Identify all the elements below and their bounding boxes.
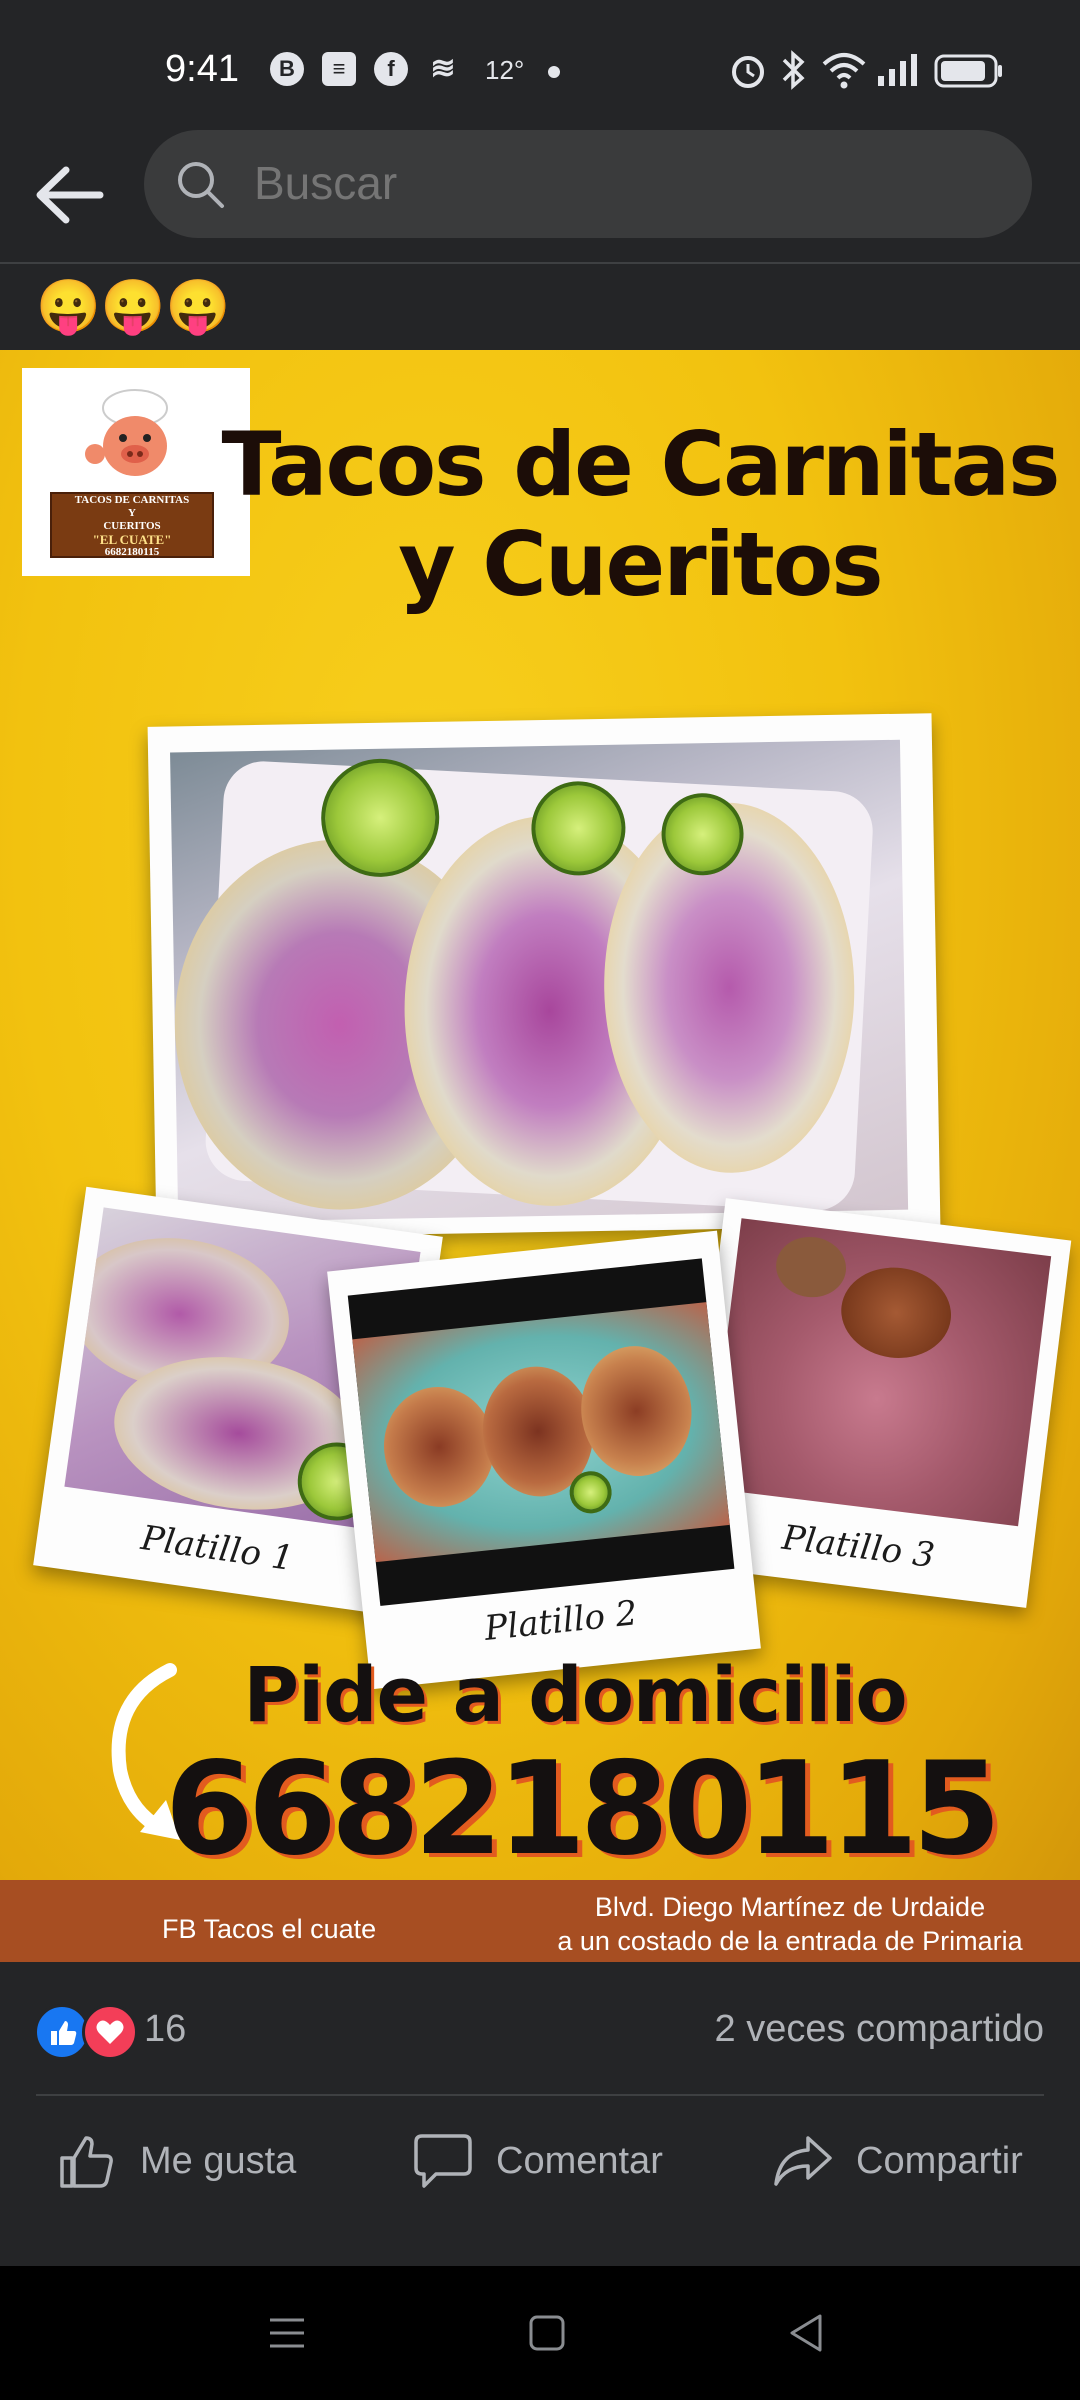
logo-board: TACOS DE CARNITAS Y CUERITOS "EL CUATE" …: [50, 492, 214, 558]
comment-button[interactable]: Comentar: [412, 2096, 663, 2226]
platillo-2-photo: [347, 1258, 735, 1606]
tacos-photo: [170, 739, 909, 1223]
logo-phone: 6682180115: [104, 546, 160, 558]
signal-icon: [878, 54, 917, 86]
thumbs-up-icon: [60, 2136, 113, 2188]
back-triangle-icon[interactable]: [780, 2306, 834, 2360]
post-action-bar: Me gusta Comentar Compartir: [0, 2096, 1080, 2226]
logo-line: "EL CUATE": [92, 532, 172, 547]
share-button[interactable]: Compartir: [772, 2096, 1023, 2226]
status-temperature: 12°: [485, 55, 525, 85]
system-navigation-bar: [0, 2266, 1080, 2400]
reactions-row: 16 2 veces compartido: [0, 1962, 1080, 2094]
address-line-1: Blvd. Diego Martínez de Urdaide: [594, 1892, 986, 1922]
facebook-icon: f: [374, 52, 408, 86]
wind-icon: ≋: [430, 52, 456, 85]
search-icon: [178, 162, 224, 208]
logo-line: Y: [128, 507, 136, 519]
platillo-2-photo-frame: Platillo 2: [327, 1230, 761, 1690]
status-bar: 9:41 B ≡ f ≋ 12°: [0, 0, 1080, 130]
footer-facebook-page: FB Tacos el cuate: [162, 1914, 377, 1944]
wifi-icon: [822, 53, 866, 89]
alarm-icon: [732, 56, 764, 88]
search-box[interactable]: [144, 130, 1032, 238]
like-label: Me gusta: [140, 2139, 297, 2182]
footer-address: Blvd. Diego Martínez de Urdaide a un cos…: [520, 1890, 1060, 1958]
shares-count[interactable]: 2 veces compartido: [715, 2008, 1045, 2051]
main-photo-frame: [147, 713, 941, 1239]
battery-icon: [934, 54, 1002, 88]
share-label: Compartir: [856, 2139, 1023, 2182]
pig-chef-logo-icon: [85, 389, 168, 476]
search-input[interactable]: [252, 152, 956, 214]
title-line-1: Tacos de Carnitas: [221, 413, 1060, 516]
title-line-2: y Cueritos: [398, 513, 883, 616]
b-circle-icon: B: [270, 52, 304, 86]
cta-phone-number: 6682180115: [164, 1735, 1002, 1884]
menu-icon[interactable]: [260, 2306, 314, 2360]
comment-label: Comentar: [496, 2139, 663, 2182]
poster-title: Tacos de Carnitas y Cueritos: [200, 415, 1080, 615]
status-time: 9:41: [165, 48, 239, 90]
share-arrow-icon: [774, 2136, 832, 2186]
like-button[interactable]: Me gusta: [56, 2096, 296, 2226]
comment-icon: [414, 2134, 472, 2188]
love-reaction-icon[interactable]: [82, 2004, 138, 2060]
poster-footer: FB Tacos el cuate Blvd. Diego Martínez d…: [0, 1880, 1080, 1962]
bluetooth-icon: [782, 50, 805, 90]
notification-dot-icon: [548, 66, 560, 78]
post-text: 😛😛😛: [36, 278, 231, 336]
header: [0, 130, 1080, 264]
logo-line: TACOS DE CARNITAS: [74, 494, 190, 506]
post-image[interactable]: TACOS DE CARNITAS Y CUERITOS "EL CUATE" …: [0, 350, 1080, 1962]
cta-text: Pide a domicilio: [243, 1650, 907, 1739]
platillo-3-photo: [708, 1218, 1052, 1527]
home-square-icon[interactable]: [520, 2306, 574, 2360]
reaction-count[interactable]: 16: [144, 2008, 186, 2051]
message-icon: ≡: [322, 52, 356, 86]
address-line-2: a un costado de la entrada de Primaria: [557, 1926, 1023, 1956]
back-button[interactable]: [30, 160, 110, 230]
